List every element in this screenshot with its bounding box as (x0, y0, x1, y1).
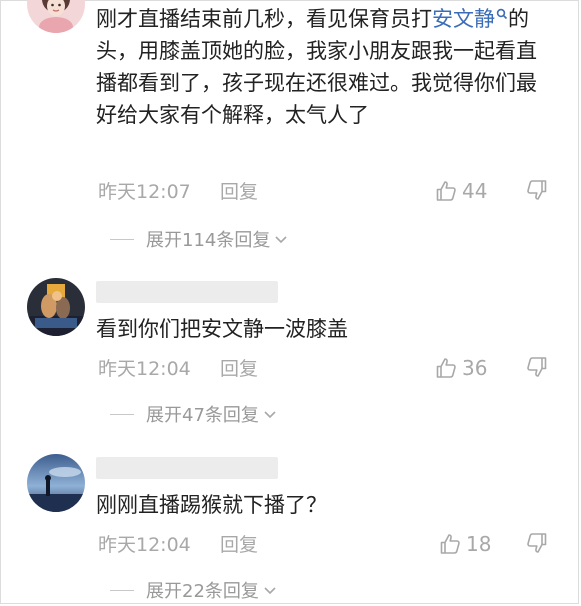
like-count: 44 (462, 179, 488, 203)
mention-link[interactable]: 安文静 (432, 7, 508, 31)
thumbs-down-icon (527, 180, 547, 200)
timestamp: 昨天12:04 (98, 534, 191, 556)
dislike-button[interactable] (525, 355, 549, 379)
reply-button[interactable]: 回复 (220, 355, 258, 383)
divider-line (110, 238, 134, 240)
chevron-down-icon (264, 587, 276, 595)
expand-replies-button[interactable]: 展开22条回复 (110, 577, 278, 603)
avatar[interactable] (27, 0, 85, 33)
avatar[interactable] (27, 454, 85, 512)
expand-replies-label: 展开114条回复 (146, 230, 271, 251)
reply-button[interactable]: 回复 (220, 178, 258, 206)
chevron-down-icon (275, 236, 287, 244)
username-placeholder (96, 281, 278, 303)
comment-meta: 昨天12:04 回复 18 (98, 531, 558, 559)
comment-text: 刚才直播结束前几秒，看见保育员打安文静 的头，用膝盖顶她的脸，我家小朋友跟我一起看… (96, 3, 556, 131)
reply-button[interactable]: 回复 (220, 531, 258, 559)
chevron-down-icon (264, 411, 276, 419)
comment-text: 刚刚直播踢猴就下播了？ (96, 493, 327, 517)
timestamp: 昨天12:07 (98, 181, 191, 203)
like-button[interactable]: 44 (434, 176, 487, 206)
expand-replies-button[interactable]: 展开114条回复 (110, 226, 289, 252)
expand-replies-label: 展开22条回复 (146, 581, 259, 602)
like-count: 36 (462, 356, 488, 380)
dislike-button[interactable] (525, 178, 549, 202)
search-icon (496, 8, 508, 20)
comment-text: 看到你们把安文静一波膝盖 (96, 317, 348, 341)
divider-line (110, 589, 134, 591)
comment-meta: 昨天12:04 回复 36 (98, 355, 558, 383)
like-count: 18 (466, 532, 492, 556)
comment-text-part: 刚才直播结束前几秒，看见保育员打 (96, 7, 432, 31)
avatar[interactable] (27, 278, 85, 336)
dislike-button[interactable] (525, 531, 549, 555)
thumbs-up-icon (436, 358, 456, 378)
thumbs-up-icon (436, 181, 456, 201)
thumbs-down-icon (527, 357, 547, 377)
expand-replies-label: 展开47条回复 (146, 405, 259, 426)
thumbs-up-icon (440, 534, 460, 554)
comment-meta: 昨天12:07 回复 44 (98, 178, 558, 206)
mention-label: 安文静 (432, 7, 495, 31)
username-placeholder (96, 457, 278, 479)
timestamp: 昨天12:04 (98, 358, 191, 380)
like-button[interactable]: 36 (434, 353, 487, 383)
comment-list: 刚才直播结束前几秒，看见保育员打安文静 的头，用膝盖顶她的脸，我家小朋友跟我一起看… (0, 0, 579, 604)
like-button[interactable]: 18 (438, 529, 491, 559)
thumbs-down-icon (527, 533, 547, 553)
expand-replies-button[interactable]: 展开47条回复 (110, 401, 278, 427)
divider-line (110, 413, 134, 415)
